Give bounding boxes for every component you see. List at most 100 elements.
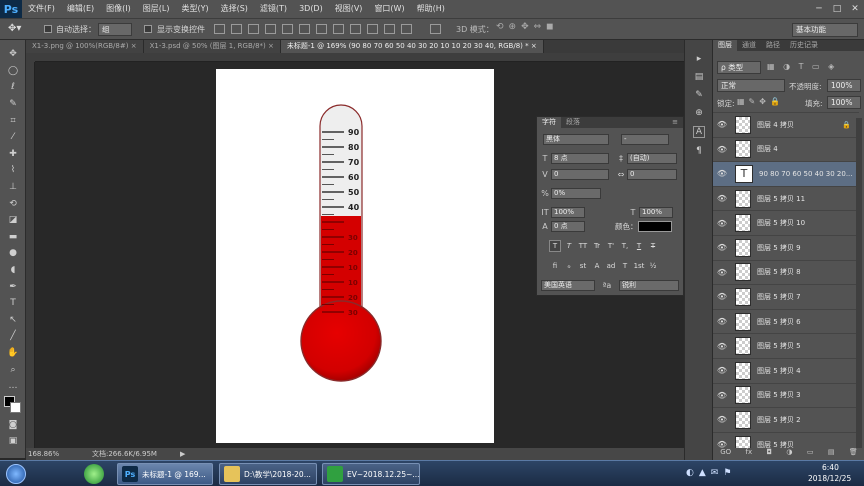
eraser-tool-icon[interactable]: ◪ bbox=[0, 212, 26, 229]
ligature-button[interactable]: fi bbox=[549, 260, 561, 272]
fx-icon[interactable]: fx bbox=[746, 448, 753, 460]
background-color-swatch[interactable] bbox=[10, 402, 21, 414]
kerning-input[interactable]: 0 bbox=[551, 169, 609, 180]
menu-view[interactable]: 视图(V) bbox=[329, 0, 369, 18]
font-size-input[interactable]: 8 点 bbox=[551, 153, 609, 164]
visibility-eye-icon[interactable]: 👁 bbox=[713, 292, 731, 301]
healing-tool-icon[interactable]: ✚ bbox=[0, 146, 26, 163]
small-caps-button[interactable]: Tr bbox=[591, 240, 603, 252]
lasso-tool-icon[interactable]: ℓ bbox=[0, 79, 26, 96]
link-layers-icon[interactable]: GO bbox=[720, 448, 731, 460]
menu-window[interactable]: 窗口(W) bbox=[368, 0, 410, 18]
all-caps-button[interactable]: TT bbox=[577, 240, 589, 252]
align-hcenter-icon[interactable] bbox=[282, 24, 293, 34]
layer-row[interactable]: 👁 图层 5 拷贝 7 bbox=[713, 284, 859, 309]
distribute-hcenter-icon[interactable] bbox=[384, 24, 395, 34]
new-layer-icon[interactable]: ▤ bbox=[828, 448, 835, 460]
visibility-eye-icon[interactable]: 👁 bbox=[713, 366, 731, 375]
horizontal-scale-input[interactable]: 100% bbox=[639, 207, 673, 218]
type-tool-icon[interactable]: T bbox=[0, 295, 26, 312]
layers-scrollbar[interactable] bbox=[856, 118, 862, 448]
screen-mode-icon[interactable]: ▣ bbox=[0, 433, 26, 450]
faux-italic-button[interactable]: T bbox=[563, 240, 575, 252]
blur-tool-icon[interactable]: ● bbox=[0, 245, 26, 262]
distribute-right-icon[interactable] bbox=[401, 24, 412, 34]
visibility-eye-icon[interactable]: 👁 bbox=[713, 342, 731, 351]
baseline-shift-input[interactable]: 0 点 bbox=[551, 221, 585, 232]
font-family-select[interactable]: 黑体 bbox=[543, 134, 609, 145]
ordinals-button[interactable]: 1st bbox=[633, 260, 645, 272]
tab-character[interactable]: 字符 bbox=[537, 117, 561, 128]
history-brush-tool-icon[interactable]: ⟲ bbox=[0, 195, 26, 212]
layer-row[interactable]: 👁 图层 5 拷贝 2 bbox=[713, 407, 859, 432]
menu-file[interactable]: 文件(F) bbox=[22, 0, 61, 18]
brush-tool-icon[interactable]: ⌇ bbox=[0, 162, 26, 179]
layer-row[interactable]: 👁 图层 5 拷贝 10 bbox=[713, 210, 859, 235]
maximize-button[interactable]: □ bbox=[828, 2, 846, 16]
tab-close-icon[interactable]: × bbox=[531, 42, 537, 50]
text-color-swatch[interactable] bbox=[637, 221, 672, 232]
history-panel-icon[interactable]: ▸ bbox=[685, 50, 713, 68]
menu-layer[interactable]: 图层(L) bbox=[137, 0, 176, 18]
menu-image[interactable]: 图像(I) bbox=[100, 0, 137, 18]
blend-mode-select[interactable]: 正常 bbox=[717, 79, 785, 92]
faux-bold-button[interactable]: T bbox=[549, 239, 561, 252]
fill-input[interactable]: 100% bbox=[827, 96, 861, 109]
layer-row[interactable]: 👁 图层 5 拷贝 3 bbox=[713, 382, 859, 408]
align-right-icon[interactable] bbox=[299, 24, 310, 34]
auto-select-dropdown[interactable]: 组 bbox=[98, 23, 132, 36]
marquee-tool-icon[interactable]: ◯ bbox=[0, 63, 26, 80]
stylistic-button[interactable]: st bbox=[577, 260, 589, 272]
visibility-eye-icon[interactable]: 👁 bbox=[713, 194, 731, 203]
proportional-spacing-input[interactable]: 0% bbox=[551, 188, 601, 199]
lock-icons[interactable]: ▦✎✥🔒 bbox=[737, 97, 784, 106]
align-left-icon[interactable] bbox=[265, 24, 276, 34]
tray-icons[interactable]: ◐▲✉⚑ bbox=[686, 468, 736, 478]
tab-layers[interactable]: 图层 bbox=[713, 40, 737, 51]
zoom-tool-icon[interactable]: ⌕ bbox=[0, 361, 26, 378]
document-canvas[interactable]: 90 80 70 60 50 40 30 20 10 10 20 30 bbox=[216, 69, 494, 443]
paragraph-panel-icon[interactable]: ¶ bbox=[685, 142, 713, 160]
distribute-vcenter-icon[interactable] bbox=[333, 24, 344, 34]
actions-panel-icon[interactable]: ▤ bbox=[685, 68, 713, 86]
add-mask-icon[interactable]: ◘ bbox=[766, 448, 772, 460]
superscript-button[interactable]: T' bbox=[605, 240, 617, 252]
align-top-icon[interactable] bbox=[214, 24, 225, 34]
opacity-input[interactable]: 100% bbox=[827, 79, 861, 92]
tab-x1-3-png[interactable]: X1-3.png @ 100%(RGB/8#) × bbox=[26, 40, 144, 53]
visibility-eye-icon[interactable]: 👁 bbox=[713, 391, 731, 400]
visibility-eye-icon[interactable]: 👁 bbox=[713, 169, 731, 178]
alternates-button[interactable]: ad bbox=[605, 260, 617, 272]
menu-help[interactable]: 帮助(H) bbox=[411, 0, 451, 18]
font-style-select[interactable]: - bbox=[621, 134, 669, 145]
discretionary-ligature-button[interactable]: ℴ bbox=[563, 260, 575, 272]
move-tool-icon[interactable]: ✥▾ bbox=[8, 23, 21, 34]
zoom-level[interactable]: 168.86% bbox=[28, 448, 59, 460]
layer-filter-icons[interactable]: ▦ ◑ T ▭ ◈ bbox=[767, 62, 837, 71]
visibility-eye-icon[interactable]: 👁 bbox=[713, 145, 731, 154]
visibility-eye-icon[interactable]: 👁 bbox=[713, 268, 731, 277]
layer-row[interactable]: 👁 图层 4 拷贝 🔒 bbox=[713, 112, 859, 137]
menu-edit[interactable]: 编辑(E) bbox=[61, 0, 100, 18]
swash-button[interactable]: A bbox=[591, 260, 603, 272]
close-window-button[interactable]: ✕ bbox=[846, 2, 864, 16]
layer-row[interactable]: 👁 图层 5 拷贝 6 bbox=[713, 308, 859, 334]
align-vcenter-icon[interactable] bbox=[231, 24, 242, 34]
layer-row[interactable]: 👁 图层 5 拷贝 bbox=[713, 431, 859, 448]
tab-close-icon[interactable]: × bbox=[131, 42, 137, 50]
menu-filter[interactable]: 滤镜(T) bbox=[254, 0, 293, 18]
taskbar-item-ev-recorder[interactable]: EV~2018.12.25~... bbox=[322, 463, 420, 485]
visibility-eye-icon[interactable]: 👁 bbox=[713, 415, 731, 424]
show-transform-checkbox[interactable] bbox=[144, 25, 152, 33]
strikethrough-button[interactable]: T bbox=[647, 240, 659, 252]
distribute-top-icon[interactable] bbox=[316, 24, 327, 34]
titling-button[interactable]: T bbox=[619, 260, 631, 272]
layer-row[interactable]: 👁 图层 4 bbox=[713, 136, 859, 162]
tracking-input[interactable]: 0 bbox=[627, 169, 677, 180]
tab-close-icon[interactable]: × bbox=[268, 42, 274, 50]
pen-tool-icon[interactable]: ✒ bbox=[0, 278, 26, 295]
auto-select-checkbox[interactable] bbox=[44, 25, 52, 33]
eyedropper-tool-icon[interactable]: ⁄ bbox=[0, 129, 26, 146]
tab-untitled-1[interactable]: 未标题-1 @ 169% (90 80 70 60 50 40 30 20 10… bbox=[280, 40, 544, 53]
tab-history[interactable]: 历史记录 bbox=[785, 40, 823, 51]
